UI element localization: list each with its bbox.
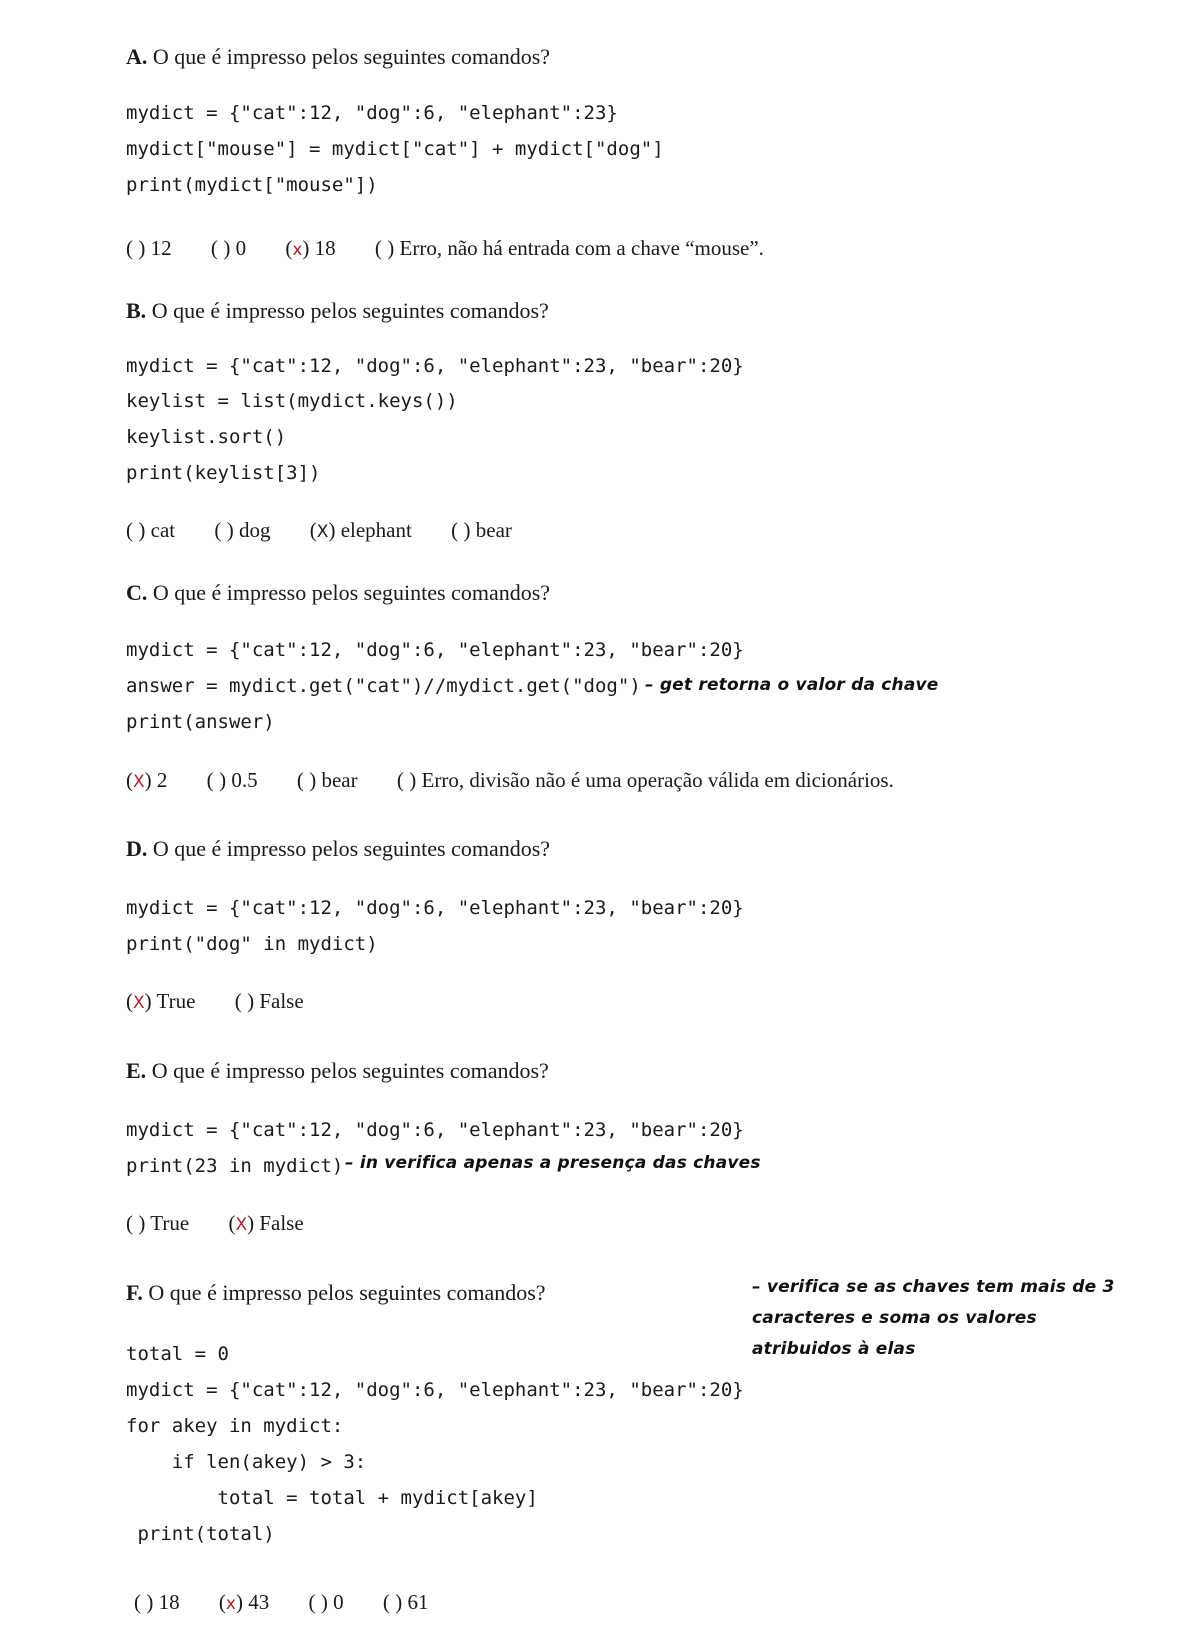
question-f-heading: F. O que é impresso pelos seguintes coma… (126, 1280, 546, 1306)
question-prompt: O que é impresso pelos seguintes comando… (152, 836, 551, 861)
option-marked[interactable]: (X) 2 (126, 768, 167, 793)
question-b-heading: B. O que é impresso pelos seguintes coma… (126, 298, 549, 324)
question-a-heading: A. O que é impresso pelos seguintes coma… (126, 44, 550, 70)
option-marked[interactable]: (X) True (126, 989, 195, 1014)
question-prompt: O que é impresso pelos seguintes comando… (148, 1280, 546, 1305)
code-line: mydict = {"cat":12, "dog":6, "elephant":… (126, 1119, 744, 1141)
code-line: print(keylist[3]) (126, 462, 321, 484)
code-line: print("dog" in mydict) (126, 933, 378, 955)
code-line: for akey in mydict: (126, 1415, 344, 1437)
option[interactable]: ( ) 61 (383, 1590, 429, 1615)
option-marked[interactable]: (X) elephant (310, 518, 412, 543)
code-line: mydict = {"cat":12, "dog":6, "elephant":… (126, 1379, 744, 1401)
code-line: mydict = {"cat":12, "dog":6, "elephant":… (126, 897, 744, 919)
code-line: print(answer) (126, 711, 275, 733)
check-mark-icon: x (225, 1594, 236, 1614)
option[interactable]: ( ) 12 (126, 236, 172, 261)
option[interactable]: ( ) 18 (134, 1590, 180, 1615)
option[interactable]: ( ) False (235, 989, 304, 1014)
code-line: print(mydict["mouse"]) (126, 174, 378, 196)
question-letter: E. (126, 1058, 147, 1083)
option[interactable]: ( ) bear (451, 518, 512, 543)
option[interactable]: ( ) 0 (308, 1590, 343, 1615)
check-mark-icon: X (235, 1215, 248, 1235)
question-prompt: O que é impresso pelos seguintes comando… (151, 298, 549, 323)
options-row-f: ( ) 18 (x) 43 ( ) 0 ( ) 61 (134, 1590, 463, 1615)
option-marked[interactable]: (x) 43 (219, 1590, 269, 1615)
question-letter: D. (126, 836, 148, 861)
option[interactable]: ( ) 0 (211, 236, 246, 261)
option-marked[interactable]: (X) False (228, 1211, 303, 1236)
option[interactable]: ( ) True (126, 1211, 189, 1236)
check-mark-icon: X (133, 772, 145, 792)
code-line: keylist = list(mydict.keys()) (126, 390, 458, 412)
option[interactable]: ( ) 0.5 (207, 768, 258, 793)
option-marked[interactable]: (x) 18 (285, 236, 335, 261)
code-line: total = total + mydict[akey] (126, 1487, 538, 1509)
handwritten-note-e: – in verifica apenas a presença das chav… (345, 1153, 761, 1173)
worksheet-page: A. O que é impresso pelos seguintes coma… (0, 0, 1200, 1644)
question-c-heading: C. O que é impresso pelos seguintes coma… (126, 580, 550, 606)
check-mark-icon: X (133, 993, 145, 1013)
options-row-d: (X) True ( ) False (126, 989, 338, 1014)
options-row-b: ( ) cat ( ) dog (X) elephant ( ) bear (126, 518, 546, 543)
option[interactable]: ( ) cat (126, 518, 175, 543)
question-prompt: O que é impresso pelos seguintes comando… (152, 44, 551, 69)
question-letter: A. (126, 44, 148, 69)
code-line: mydict = {"cat":12, "dog":6, "elephant":… (126, 355, 744, 377)
options-row-c: (X) 2 ( ) 0.5 ( ) bear ( ) Erro, divisão… (126, 768, 928, 793)
code-line: print(total) (126, 1523, 275, 1545)
option[interactable]: ( ) dog (214, 518, 270, 543)
code-line: keylist.sort() (126, 426, 287, 448)
code-line: mydict["mouse"] = mydict["cat"] + mydict… (126, 138, 664, 160)
option[interactable]: ( ) bear (297, 768, 358, 793)
option[interactable]: ( ) Erro, divisão não é uma operação vál… (397, 768, 894, 793)
check-mark-icon: x (292, 240, 303, 260)
options-row-e: ( ) True (X) False (126, 1211, 338, 1236)
code-line: mydict = {"cat":12, "dog":6, "elephant":… (126, 639, 744, 661)
code-line: if len(akey) > 3: (126, 1451, 367, 1473)
option[interactable]: ( ) Erro, não há entrada com a chave “mo… (375, 236, 764, 261)
question-letter: C. (126, 580, 148, 605)
check-mark-icon: X (316, 522, 329, 542)
code-line: mydict = {"cat":12, "dog":6, "elephant":… (126, 102, 618, 124)
handwritten-note-c: – get retorna o valor da chave (645, 675, 939, 695)
code-line: total = 0 (126, 1343, 229, 1365)
code-line: answer = mydict.get("cat")//mydict.get("… (126, 675, 641, 697)
question-prompt: O que é impresso pelos seguintes comando… (151, 1058, 549, 1083)
question-d-heading: D. O que é impresso pelos seguintes coma… (126, 836, 550, 862)
code-line: print(23 in mydict) (126, 1155, 344, 1177)
question-e-heading: E. O que é impresso pelos seguintes coma… (126, 1058, 549, 1084)
question-letter: F. (126, 1280, 143, 1305)
options-row-a: ( ) 12 ( ) 0 (x) 18 ( ) Erro, não há ent… (126, 236, 798, 261)
handwritten-note-f: – verifica se as chaves tem mais de 3 ca… (752, 1277, 1115, 1359)
question-letter: B. (126, 298, 147, 323)
question-prompt: O que é impresso pelos seguintes comando… (152, 580, 551, 605)
